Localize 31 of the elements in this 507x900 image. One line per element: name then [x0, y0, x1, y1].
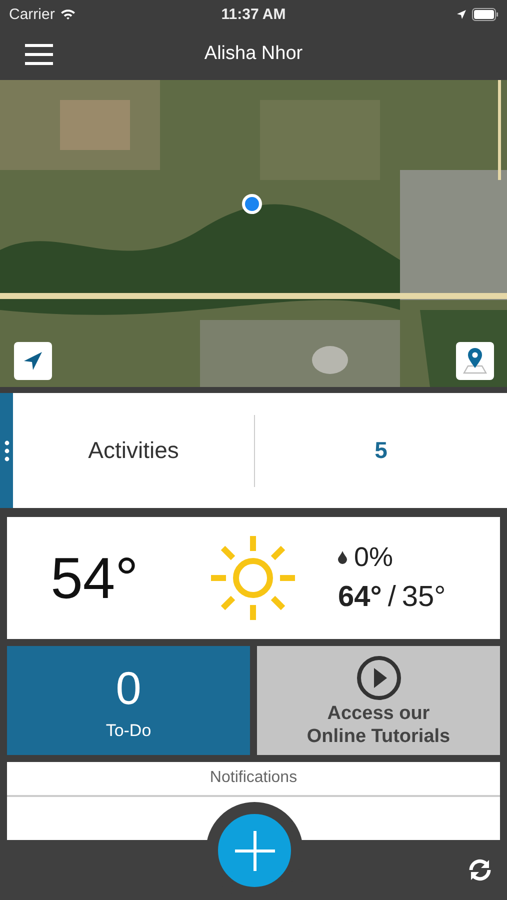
activities-count: 5 [374, 437, 388, 464]
low-temperature: 35° [402, 581, 446, 614]
battery-icon [472, 8, 499, 20]
dots-icon [4, 440, 10, 462]
drag-handle[interactable] [0, 393, 13, 508]
tutorials-tile[interactable]: Access our Online Tutorials [257, 646, 500, 755]
activities-label: Activities [87, 437, 180, 464]
carrier-name: Carrier [9, 6, 55, 22]
notifications-title: Notifications [7, 762, 500, 797]
temperature: 54° [50, 544, 140, 612]
temperature-separator: / [388, 581, 396, 614]
user-name-title: Alisha Nhor [204, 43, 303, 65]
plus-icon [234, 830, 274, 870]
location-arrow-icon [456, 8, 467, 20]
menu-button[interactable] [25, 42, 53, 66]
locate-me-button[interactable] [14, 342, 52, 380]
play-icon [354, 654, 402, 702]
todo-tile[interactable]: 0 To-Do [7, 646, 250, 755]
sun-icon [208, 533, 298, 623]
map-pin-icon [460, 346, 490, 376]
sync-icon [467, 857, 493, 883]
wifi-icon [60, 8, 76, 20]
map-pin-button[interactable] [456, 342, 494, 380]
status-time: 11:37 AM [221, 6, 286, 22]
sync-button[interactable] [467, 857, 493, 883]
menu-icon [25, 42, 53, 66]
high-temperature: 64° [338, 581, 382, 614]
raindrop-icon [338, 551, 347, 564]
activities-card[interactable]: Activities 5 [0, 393, 507, 508]
navigation-arrow-icon [22, 350, 44, 372]
precipitation-chance: 0% [354, 542, 394, 573]
